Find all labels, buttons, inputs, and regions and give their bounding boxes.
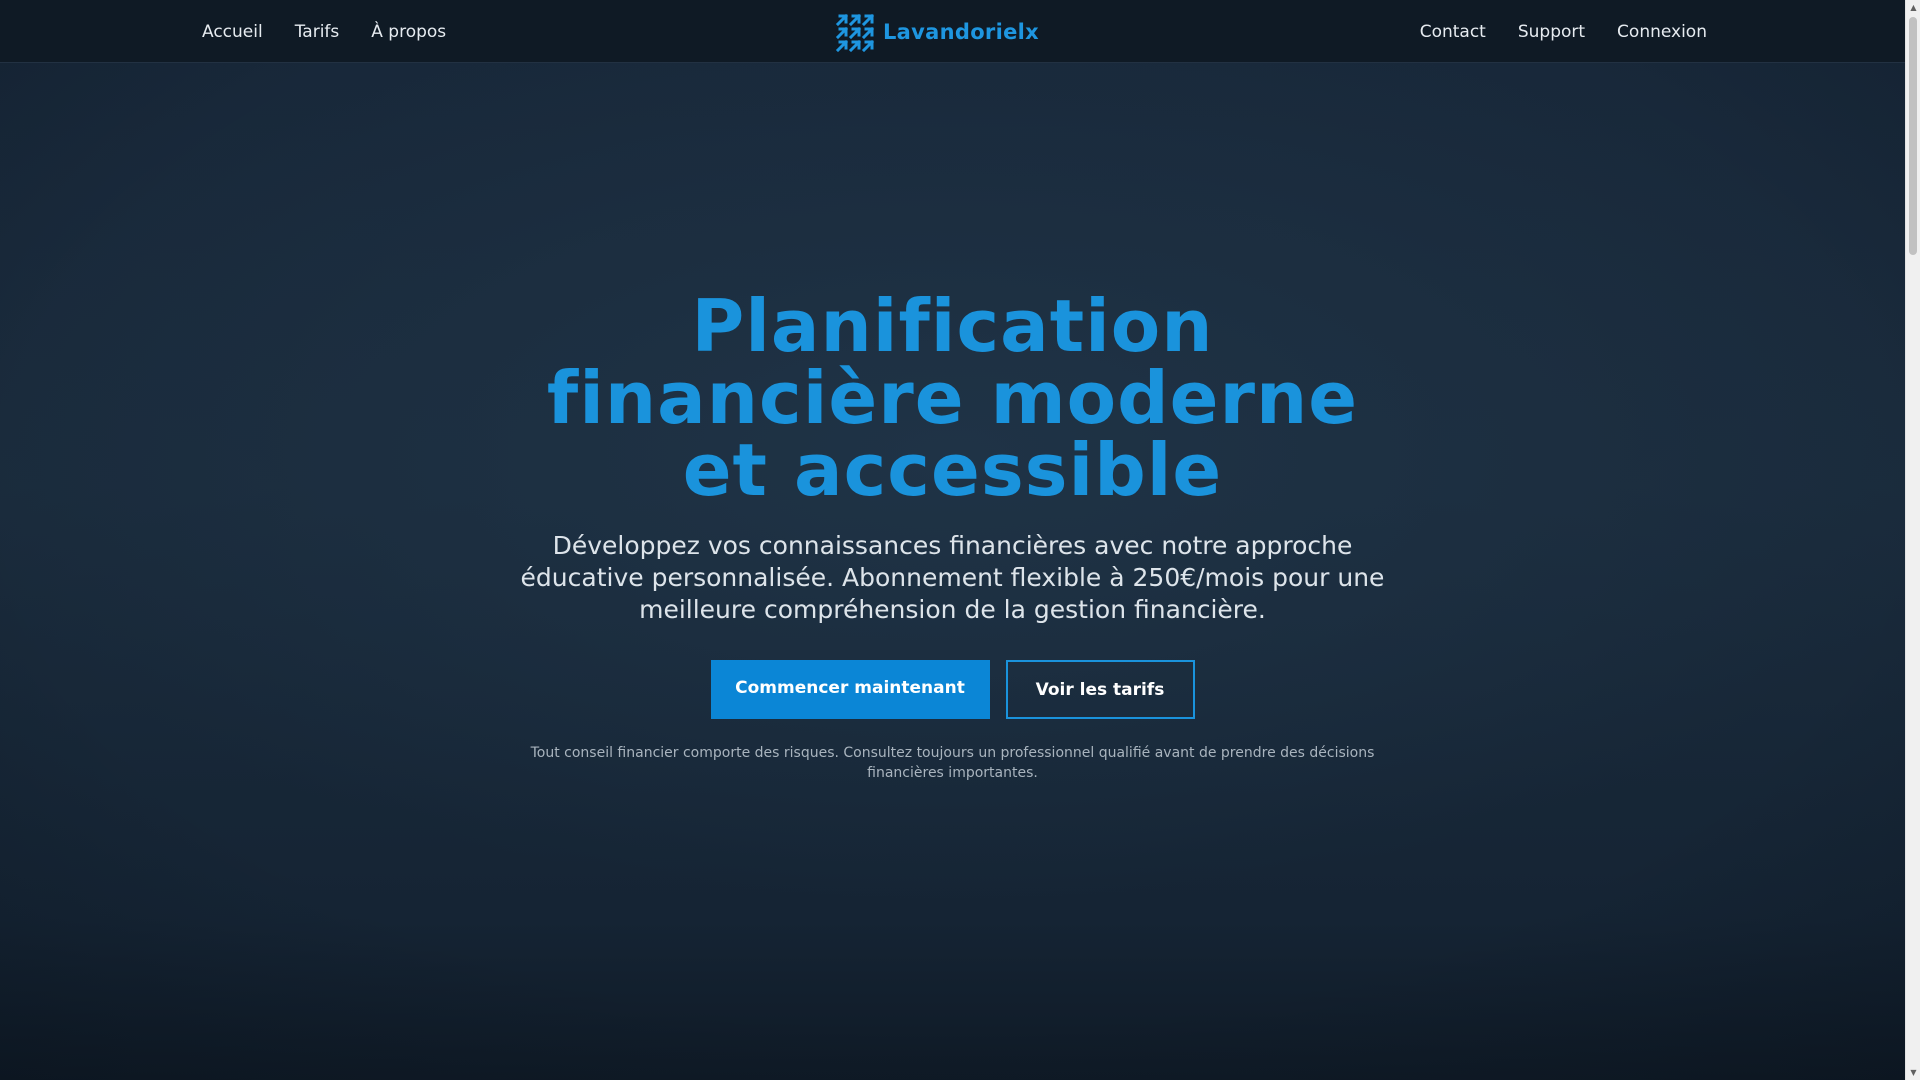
scroll-down-arrow-icon[interactable]: ▼ <box>1906 1065 1920 1080</box>
hero-section: Planification financière moderne et acce… <box>0 290 1905 783</box>
vertical-scrollbar[interactable]: ▲ ▼ <box>1905 0 1920 1080</box>
scroll-up-arrow-icon[interactable]: ▲ <box>1906 0 1920 15</box>
nav-link-a-propos[interactable]: À propos <box>371 16 446 48</box>
nav-right-group: Contact Support Connexion <box>1404 0 1723 63</box>
nav-link-contact[interactable]: Contact <box>1420 16 1486 48</box>
hero-title: Planification financière moderne et acce… <box>546 284 1359 512</box>
brand-home-link[interactable]: Lavandorielx <box>835 0 1039 63</box>
nav-link-tarifs[interactable]: Tarifs <box>295 16 340 48</box>
cta-row: Commencer maintenant Voir les tarifs <box>0 660 1905 719</box>
nav-left-group: Accueil Tarifs À propos <box>186 0 462 63</box>
brand-name: Lavandorielx <box>883 19 1039 44</box>
nav-link-support[interactable]: Support <box>1518 16 1585 48</box>
nav-link-connexion[interactable]: Connexion <box>1617 16 1707 48</box>
start-now-button[interactable]: Commencer maintenant <box>710 660 990 719</box>
scroll-thumb[interactable] <box>1909 17 1917 255</box>
page: Accueil Tarifs À propos Lavandorielx Con… <box>0 0 1905 1080</box>
risk-disclaimer: Tout conseil financier comporte des risq… <box>530 745 1375 781</box>
hero-subtitle: Développez vos connaissances financières… <box>520 531 1385 624</box>
top-navigation: Accueil Tarifs À propos Lavandorielx Con… <box>0 0 1905 63</box>
arrows-logo-icon <box>835 13 875 52</box>
view-pricing-button[interactable]: Voir les tarifs <box>1005 660 1195 719</box>
nav-link-accueil[interactable]: Accueil <box>202 16 263 48</box>
